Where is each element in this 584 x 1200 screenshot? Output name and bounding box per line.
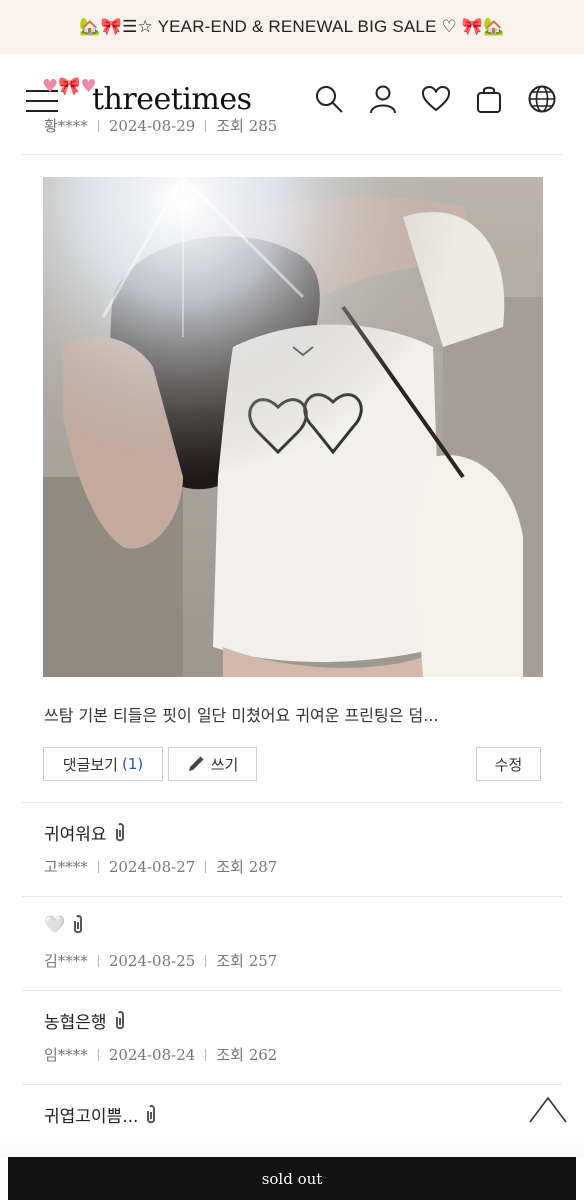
review-meta: 임**** 2024-08-24 조회 262: [44, 1044, 277, 1065]
divider: [22, 990, 562, 991]
promo-banner[interactable]: 🏡🎀☰☆ YEAR-END & RENEWAL BIG SALE ♡ 🎀🏡: [0, 0, 584, 54]
paperclip-icon: [147, 1104, 156, 1123]
views-label: 조회: [216, 858, 244, 876]
review-title[interactable]: 귀여워요: [44, 820, 127, 845]
review-title-text: 귀엽고이쁨...: [44, 1107, 139, 1127]
views-count: 287: [248, 857, 278, 876]
date: 2024-08-25: [108, 951, 196, 970]
write-comment-button[interactable]: 쓰기: [168, 747, 257, 781]
write-label: 쓰기: [210, 755, 239, 774]
views-count: 262: [248, 1045, 278, 1064]
review-title-text: 🤍: [44, 915, 66, 935]
divider: [22, 896, 562, 897]
paperclip-icon: [115, 1010, 124, 1029]
edit-label: 수정: [494, 755, 523, 774]
pencil-icon: [188, 756, 204, 771]
review-title[interactable]: 🤍: [44, 914, 85, 936]
review-meta: 김**** 2024-08-25 조회 257: [44, 950, 277, 971]
meta-separator: [97, 1048, 99, 1061]
user-icon[interactable]: [368, 84, 398, 114]
meta-separator: [205, 1048, 207, 1061]
site-header: ♥🎀♥ threetimes: [0, 54, 584, 144]
review-excerpt[interactable]: 쓰탐 기본 티들은 핏이 일단 미쳤어요 귀여운 프린팅은 덤...: [44, 702, 439, 726]
sold-out-button[interactable]: sold out: [8, 1157, 576, 1200]
views-label: 조회: [216, 1046, 244, 1064]
author: 김****: [44, 952, 88, 970]
author: 임****: [44, 1046, 88, 1064]
comment-count: (1): [121, 755, 144, 773]
bottom-shadow: [0, 1138, 584, 1158]
scroll-top-icon[interactable]: [528, 1094, 568, 1124]
review-meta: 고**** 2024-08-27 조회 287: [44, 856, 277, 877]
divider: [22, 154, 562, 155]
review-title-text: 귀여워요: [44, 825, 107, 845]
views-label: 조회: [216, 952, 244, 970]
search-icon[interactable]: [314, 84, 344, 114]
review-title-text: 농협은행: [44, 1013, 107, 1033]
divider: [22, 802, 562, 803]
meta-separator: [205, 954, 207, 967]
edit-button[interactable]: 수정: [476, 747, 541, 781]
divider: [22, 1084, 562, 1085]
paperclip-icon: [74, 914, 83, 934]
review-photo-illustration: [43, 177, 543, 677]
review-title[interactable]: 귀엽고이쁨...: [44, 1102, 158, 1127]
globe-icon[interactable]: [527, 84, 557, 114]
site-logo[interactable]: threetimes: [92, 82, 252, 117]
promo-banner-text: 🏡🎀☰☆ YEAR-END & RENEWAL BIG SALE ♡ 🎀🏡: [79, 17, 505, 36]
heart-icon[interactable]: [421, 84, 451, 114]
meta-separator: [97, 954, 99, 967]
review-title[interactable]: 농협은행: [44, 1008, 127, 1033]
view-comments-label: 댓글보기: [62, 755, 118, 774]
date: 2024-08-24: [108, 1045, 196, 1064]
meta-separator: [97, 860, 99, 873]
review-photo[interactable]: [43, 177, 543, 677]
bag-icon[interactable]: [474, 84, 504, 114]
meta-separator: [205, 860, 207, 873]
view-comments-button[interactable]: 댓글보기 (1): [43, 747, 163, 781]
author: 고****: [44, 858, 88, 876]
sold-out-label: sold out: [261, 1169, 323, 1188]
paperclip-icon: [115, 822, 124, 841]
logo-decoration-icon: ♥🎀♥: [42, 76, 97, 97]
views-count: 257: [248, 951, 278, 970]
date: 2024-08-27: [108, 857, 196, 876]
